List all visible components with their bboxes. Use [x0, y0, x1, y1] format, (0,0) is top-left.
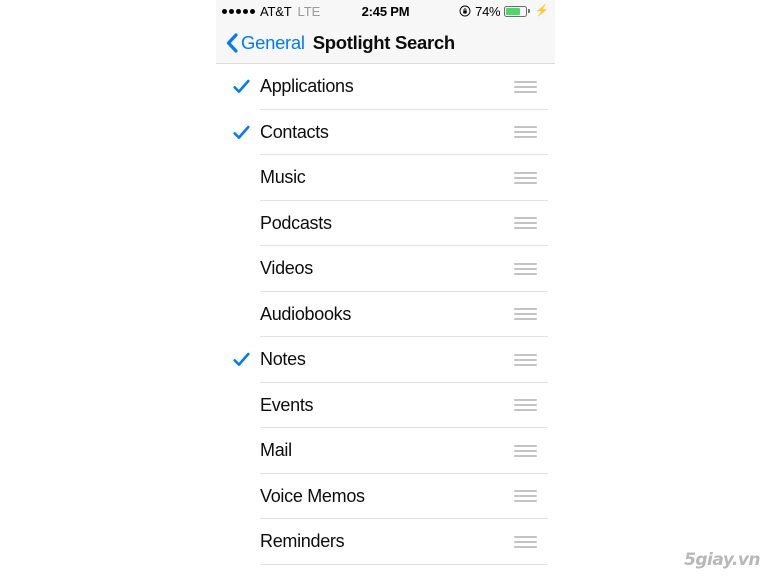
table-row[interactable]: Podcasts	[216, 200, 555, 246]
page-title: Spotlight Search	[312, 31, 456, 53]
back-button-general[interactable]: General	[226, 32, 305, 54]
table-row[interactable]: Voice Memos	[216, 473, 555, 519]
status-bar: AT&T LTE 2:45 PM 74% ⚡	[216, 0, 555, 22]
rotation-lock-icon	[459, 5, 471, 17]
table-row[interactable]: Videos	[216, 246, 555, 292]
table-row-label: Reminders	[260, 531, 345, 552]
reorder-handle-icon[interactable]	[514, 171, 537, 184]
reorder-handle-icon[interactable]	[514, 126, 537, 139]
table-row-label: Audiobooks	[260, 303, 352, 324]
checkmark-toggle[interactable]	[216, 260, 260, 277]
table-row-label: Events	[260, 394, 314, 415]
checkmark-toggle[interactable]	[216, 442, 260, 459]
reorder-handle-icon[interactable]	[514, 444, 537, 457]
checkmark-toggle[interactable]	[216, 351, 260, 368]
checkmark-toggle[interactable]	[216, 78, 260, 95]
checkmark-toggle[interactable]	[216, 215, 260, 232]
reorder-handle-icon[interactable]	[514, 262, 537, 275]
reorder-handle-icon[interactable]	[514, 308, 537, 321]
reorder-handle-icon[interactable]	[514, 217, 537, 230]
table-row-label: Mail	[260, 440, 292, 461]
charging-bolt-icon: ⚡	[535, 4, 549, 17]
reorder-handle-icon[interactable]	[514, 399, 537, 412]
table-row-label: Podcasts	[260, 212, 332, 233]
reorder-handle-icon[interactable]	[514, 80, 537, 93]
reorder-handle-icon[interactable]	[514, 490, 537, 503]
table-row[interactable]: Notes	[216, 337, 555, 383]
watermark: 5giay.vn	[684, 550, 760, 570]
table-row[interactable]: Audiobooks	[216, 291, 555, 337]
table-row-label: Notes	[260, 349, 306, 370]
reorder-handle-icon[interactable]	[514, 353, 537, 366]
table-row-label: Music	[260, 167, 306, 188]
navigation-bar: General Spotlight Search	[216, 22, 555, 64]
chevron-left-icon	[226, 32, 241, 53]
checkmark-toggle[interactable]	[216, 306, 260, 323]
checkmark-toggle[interactable]	[216, 124, 260, 141]
spotlight-search-category-list: Applications Contacts Music Podcasts Vid…	[216, 64, 555, 565]
table-row-label: Contacts	[260, 121, 329, 142]
status-bar-right-group: 74% ⚡	[459, 4, 549, 19]
table-row[interactable]: Contacts	[216, 109, 555, 155]
checkmark-toggle[interactable]	[216, 533, 260, 550]
table-row[interactable]: Music	[216, 155, 555, 201]
back-button-label: General	[241, 31, 305, 53]
check-icon	[232, 125, 250, 139]
checkmark-toggle[interactable]	[216, 397, 260, 414]
battery-icon	[504, 5, 531, 17]
table-row[interactable]: Mail	[216, 428, 555, 474]
battery-percent-label: 74%	[475, 3, 501, 19]
check-icon	[232, 79, 250, 94]
check-icon	[232, 352, 250, 367]
reorder-handle-icon[interactable]	[514, 535, 537, 548]
phone-screenshot: AT&T LTE 2:45 PM 74% ⚡ General Spotlight…	[216, 0, 555, 578]
table-row[interactable]: Reminders	[216, 519, 555, 565]
table-row-label: Videos	[260, 258, 313, 279]
checkmark-toggle[interactable]	[216, 488, 260, 505]
table-row[interactable]: Events	[216, 382, 555, 428]
table-row-label: Applications	[260, 76, 354, 97]
checkmark-toggle[interactable]	[216, 169, 260, 186]
table-row-label: Voice Memos	[260, 485, 365, 506]
table-row[interactable]: Applications	[216, 64, 555, 110]
